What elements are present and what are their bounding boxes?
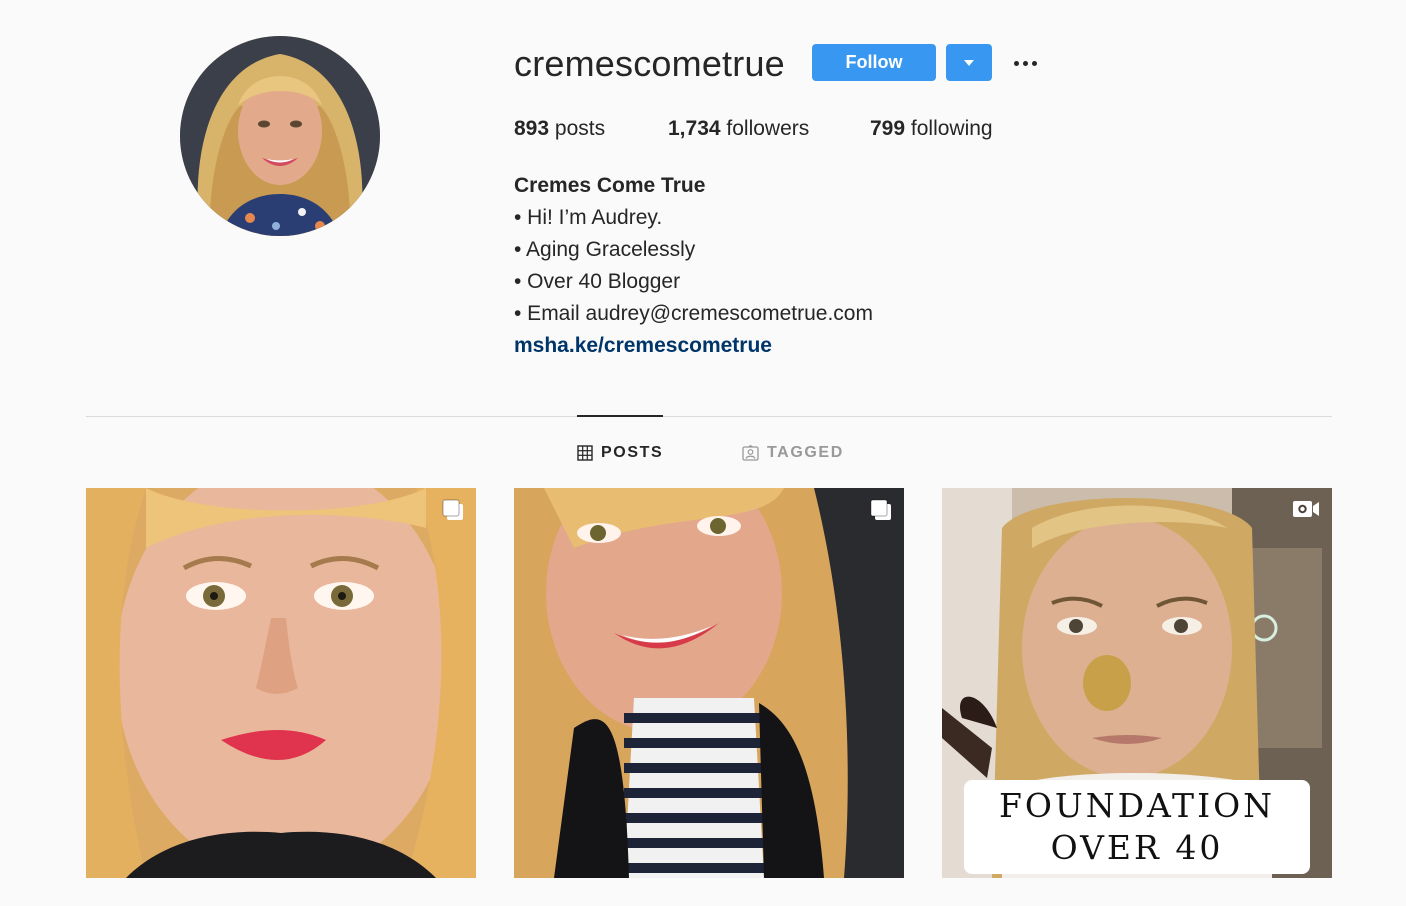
profile-page: cremescometrue Follow 893 posts 1,734 fo… <box>0 0 1406 906</box>
caret-down-icon <box>964 59 974 66</box>
profile-username: cremescometrue <box>514 43 785 84</box>
post-tile[interactable] <box>86 488 476 878</box>
video-icon <box>1293 501 1319 517</box>
tagged-icon <box>742 445 759 461</box>
caption-line: FOUNDATION <box>998 786 1276 825</box>
profile-avatar[interactable] <box>180 36 380 236</box>
post-image <box>86 488 476 878</box>
carousel-icon <box>442 499 463 520</box>
active-tab-indicator <box>577 415 663 417</box>
following-count-label: following <box>910 117 993 140</box>
post-caption-overlay: FOUNDATION OVER 40 <box>964 780 1310 874</box>
post-tile[interactable] <box>514 488 904 878</box>
carousel-icon <box>870 499 891 520</box>
bio-line: • Aging Gracelessly <box>514 238 696 261</box>
more-options-button[interactable] <box>1006 50 1044 76</box>
grid-icon <box>577 445 593 461</box>
follow-button[interactable]: Follow <box>812 44 936 81</box>
tab-posts[interactable]: POSTS <box>577 443 663 463</box>
posts-count-value: 893 <box>514 117 550 140</box>
following-link[interactable]: 799 following <box>870 115 993 143</box>
bio-line: • Hi! I’m Audrey. <box>514 206 663 229</box>
post-image <box>514 488 904 878</box>
bio-full-name: Cremes Come True <box>514 174 706 197</box>
bio-website-link[interactable]: msha.ke/cremescometrue <box>514 334 772 357</box>
profile-bio: Cremes Come True • Hi! I’m Audrey. • Agi… <box>514 170 873 362</box>
dot-icon <box>1031 60 1037 66</box>
posts-count-label: posts <box>554 117 606 140</box>
avatar-image <box>180 36 380 236</box>
bio-line: • Over 40 Blogger <box>514 270 681 293</box>
post-tile[interactable]: FOUNDATION OVER 40 <box>942 488 1332 878</box>
tabs-divider <box>86 416 1332 417</box>
caption-line: OVER 40 <box>1050 828 1224 867</box>
bio-line: • Email audrey@cremescometrue.com <box>514 302 873 325</box>
tab-tagged-label: TAGGED <box>767 444 844 461</box>
suggested-accounts-button[interactable] <box>946 44 992 81</box>
followers-link[interactable]: 1,734 followers <box>668 115 809 143</box>
followers-count-value: 1,734 <box>668 117 721 140</box>
followers-count-label: followers <box>726 117 810 140</box>
tab-tagged[interactable]: TAGGED <box>742 443 844 463</box>
dot-icon <box>1013 60 1019 66</box>
dot-icon <box>1022 60 1028 66</box>
following-count-value: 799 <box>870 117 906 140</box>
tab-posts-label: POSTS <box>601 444 664 461</box>
posts-count: 893 posts <box>514 115 605 143</box>
